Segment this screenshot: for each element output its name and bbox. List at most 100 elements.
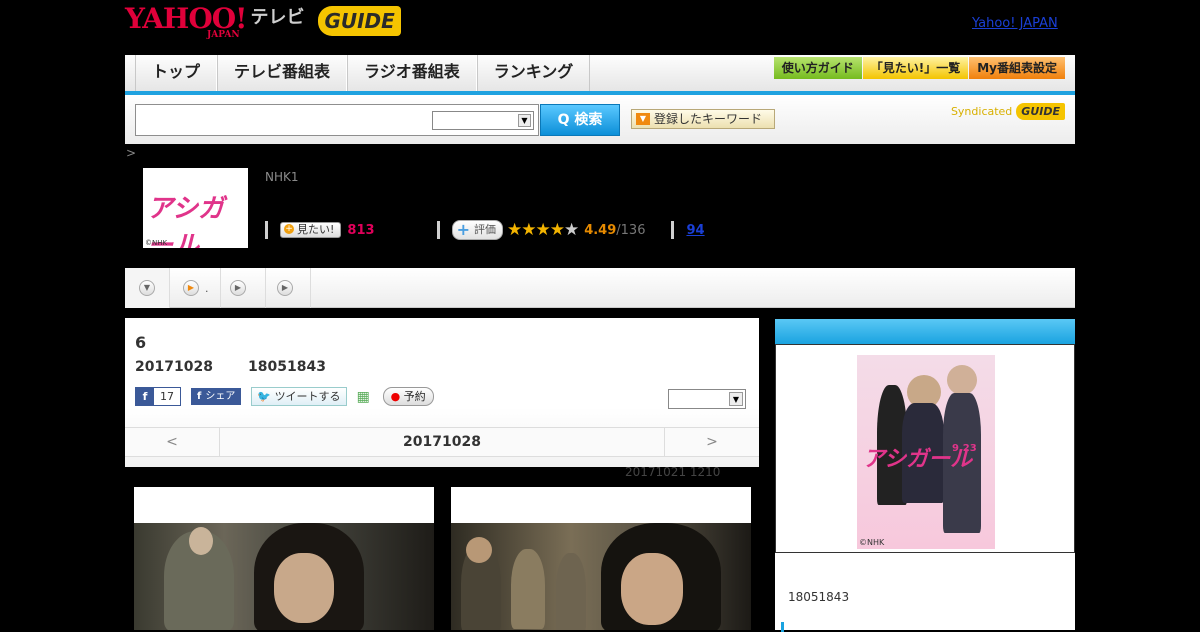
pager-next-button[interactable]: > [664,428,759,456]
star-full-icons: ★★★★ [506,220,565,240]
play-icon: ▶ [230,280,246,296]
scene-image [451,523,751,630]
mitai-button[interactable]: 見たい! [280,222,342,238]
reserve-button[interactable]: ● 予約 [382,387,434,406]
rate-button[interactable]: + 評価 [451,220,503,240]
search-bar: ▼ Q 検索 ▼ 登録したキーワード Syndicated GUIDE [125,95,1075,144]
mitai-count: 813 [347,222,375,238]
episode-id: 18051843 [248,359,326,375]
tv-label: テレビ [250,7,305,28]
gguide-logo[interactable]: GUIDE [318,6,401,36]
poster-copyright: ©NHK [859,538,885,547]
triangle-down-icon: ▼ [636,113,650,125]
guide-button[interactable]: 使い方ガイド [773,57,862,79]
facebook-like-count: 17 [154,388,180,405]
wishlist-button[interactable]: 「見たい!」一覧 [862,57,969,79]
figure-shape [556,553,586,630]
syndicated-logo: Syndicated GUIDE [951,103,1065,120]
divider [671,221,675,239]
facebook-like-button[interactable]: f 17 [135,387,181,406]
figure-shape [947,365,977,395]
social-buttons: f 17 f シェア 🐦 ツイートする ▦ ● 予約 [135,387,434,406]
rating-count: /136 [616,222,646,238]
last-updated: 20171021 1210 [625,465,721,479]
yahoo-logo[interactable]: YAHOO! JAPAN [125,5,247,41]
review-count-link[interactable]: 94 [686,223,704,238]
pager-prev-button[interactable]: < [125,428,220,456]
search-category-select[interactable]: ▼ [432,111,534,130]
rate-button-label: 評価 [473,223,496,236]
episode-panel: 6 20171028 18051843 f 17 f シェア 🐦 ツイートする ▦… [125,318,759,467]
saved-keywords-button[interactable]: ▼ 登録したキーワード [631,109,775,129]
breadcrumb[interactable]: > [126,146,136,160]
figure-shape [511,549,545,629]
program-stats: 見たい! 813 + 評価 ★★★★★ 4.49 /136 94 [265,220,705,240]
nav-tab-top[interactable]: トップ [135,55,218,91]
figure-shape [621,553,683,625]
episode-select[interactable]: ▼ [668,389,746,409]
channel-name: NHK1 [265,170,299,184]
scene-image [134,523,434,630]
program-thumbnail[interactable]: アシガール ©NHK [143,168,248,248]
figure-shape [466,537,492,563]
main-nav: トップ テレビ番組表 ラジオ番組表 ランキング 使い方ガイド 「見たい!」一覧 … [125,55,1075,95]
tab-2-label: . [205,281,209,295]
facebook-share-label: シェア [205,391,236,402]
program-tabs: ▼ ▶ . ▶ ▶ [125,268,1075,308]
divider [436,221,440,239]
sidebar-accent-bar [781,622,784,632]
twitter-bird-icon: 🐦 [257,390,272,403]
rating-value: 4.49 [584,222,617,238]
tab-1[interactable]: ▼ [125,268,170,308]
scene-card[interactable] [451,487,751,630]
episode-pager: < 20171028 > [125,427,759,457]
figure-shape [189,527,213,555]
episode-date: 20171028 [135,359,213,375]
tweet-label: ツイートする [274,390,341,403]
episode-number: 6 [135,333,147,352]
rating-stars: ★★★★★ [506,220,579,240]
program-thumbnail-copyright: ©NHK [145,239,168,247]
sidebar-header [775,319,1075,344]
syndicated-label: Syndicated [950,105,1013,118]
facebook-icon: f [197,391,202,402]
chevron-down-icon: ▼ [518,114,531,127]
pager-current-date: 20171028 [403,434,481,450]
yahoo-logo-sub: JAPAN [207,30,240,40]
my-schedule-button[interactable]: My番組表設定 [969,57,1065,79]
sidebar-poster-box: アシガール 9.23 ©NHK [775,344,1075,553]
syndicated-gguide-logo: GUIDE [1016,103,1065,120]
program-poster[interactable]: アシガール 9.23 ©NHK [796,355,1056,549]
nav-tab-tv-schedule[interactable]: テレビ番組表 [217,55,348,91]
nav-tab-radio-schedule[interactable]: ラジオ番組表 [347,55,477,91]
divider [265,221,268,239]
poster-image: アシガール 9.23 [857,355,995,549]
play-icon: ▶ [183,280,199,296]
tweet-button[interactable]: 🐦 ツイートする [251,387,347,406]
play-icon: ▶ [277,280,293,296]
facebook-share-button[interactable]: f シェア [191,388,242,405]
chevron-down-icon: ▼ [729,392,743,406]
nav-buttons: 使い方ガイド 「見たい!」一覧 My番組表設定 [773,57,1065,79]
sidebar-program-id: 18051843 [788,590,850,604]
poster-date: 9.23 [952,443,977,454]
search-button[interactable]: Q 検索 [540,104,620,136]
figure-shape [274,553,334,623]
plus-icon: + [456,220,470,239]
tab-3[interactable]: ▶ [222,268,266,308]
star-empty-icon: ★ [563,220,579,240]
tab-2[interactable]: ▶ . [171,268,221,308]
nav-tab-ranking[interactable]: ランキング [476,55,591,91]
tab-4[interactable]: ▶ [267,268,311,308]
scene-card[interactable] [134,487,434,630]
facebook-icon: f [142,390,148,403]
nav-tabs: トップ テレビ番組表 ラジオ番組表 ランキング [135,55,591,91]
saved-keywords-label: 登録したキーワード [654,112,763,126]
calendar-add-icon[interactable]: ▦ [357,389,373,405]
chevron-down-icon: ▼ [139,280,155,296]
brand-area: YAHOO! JAPAN テレビ GUIDE [125,5,401,42]
sidebar-info: 18051843 [775,553,1075,632]
yahoo-japan-link[interactable]: Yahoo! JAPAN [972,16,1058,31]
reserve-label: 予約 [403,390,426,403]
record-dot-icon: ● [390,390,401,403]
